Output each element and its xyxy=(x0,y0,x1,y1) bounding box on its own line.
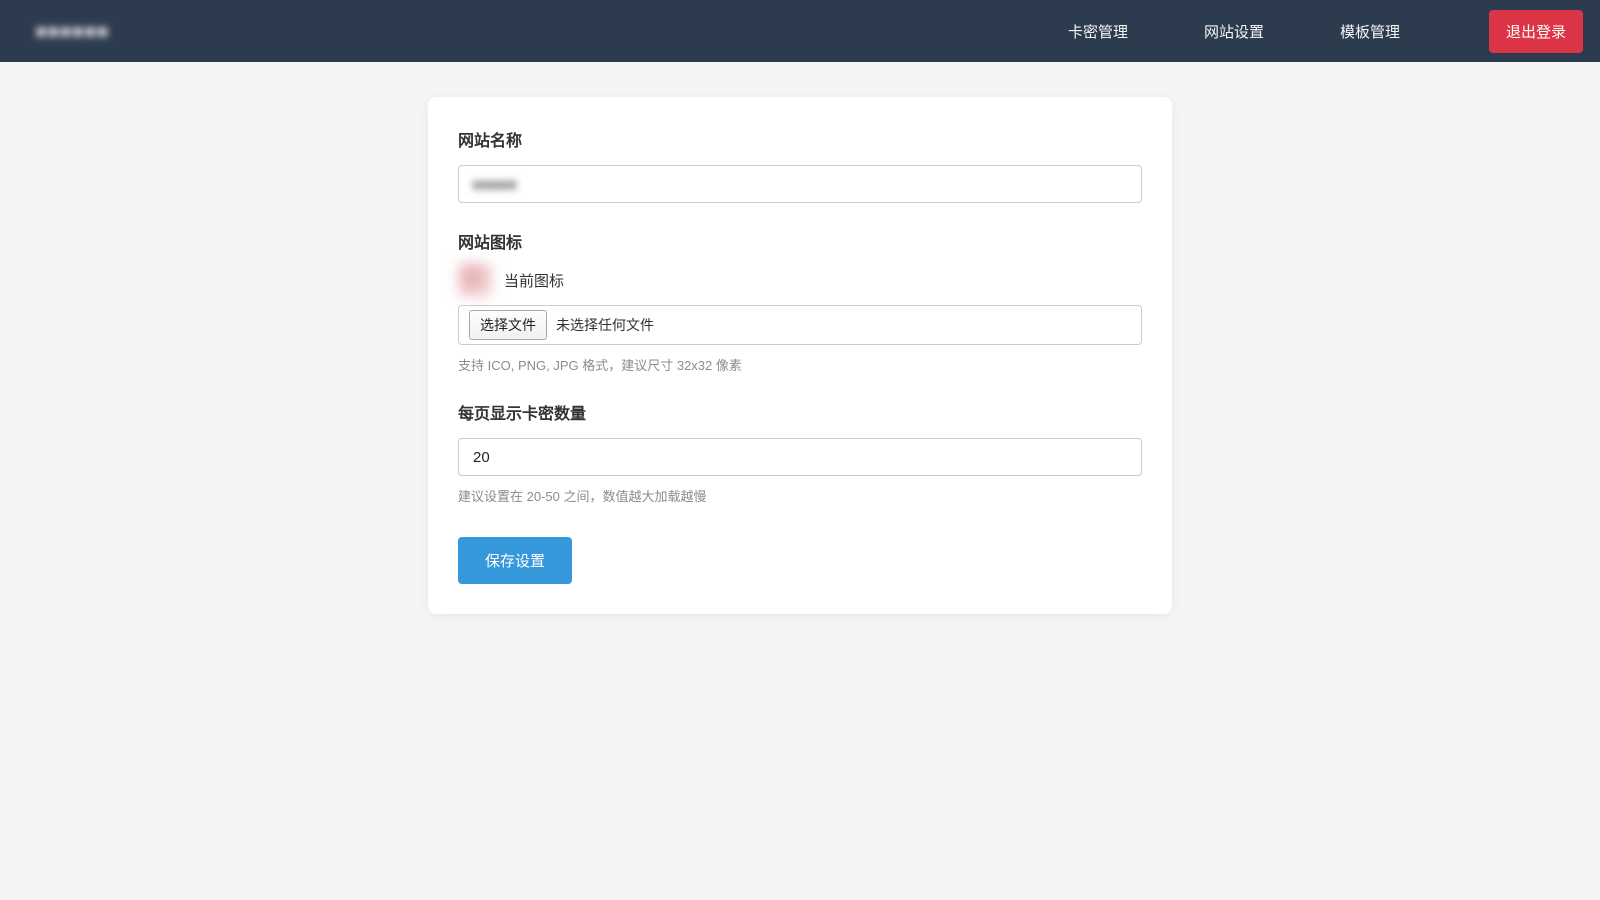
site-name-value-redacted: ■■■■■ xyxy=(473,177,517,192)
current-icon-caption: 当前图标 xyxy=(504,270,564,291)
top-navbar: ■■■■■■ 卡密管理 网站设置 模板管理 退出登录 xyxy=(0,0,1600,62)
logout-button[interactable]: 退出登录 xyxy=(1489,10,1583,53)
site-icon-label: 网站图标 xyxy=(458,229,1142,253)
per-page-hint: 建议设置在 20-50 之间，数值越大加载越慢 xyxy=(458,486,1142,505)
current-favicon-image xyxy=(458,263,492,297)
file-status-text: 未选择任何文件 xyxy=(556,315,654,335)
navbar-menu: 卡密管理 网站设置 模板管理 退出登录 xyxy=(1068,10,1583,53)
site-name-input[interactable]: ■■■■■ xyxy=(458,165,1142,203)
main-content: 网站名称 ■■■■■ 网站图标 当前图标 选择文件 未选择任何文件 支持 ICO… xyxy=(0,62,1600,614)
nav-item-site-settings[interactable]: 网站设置 xyxy=(1204,21,1264,42)
nav-item-card-management[interactable]: 卡密管理 xyxy=(1068,21,1128,42)
site-logo[interactable]: ■■■■■■ xyxy=(36,23,110,40)
per-page-group: 每页显示卡密数量 建议设置在 20-50 之间，数值越大加载越慢 xyxy=(458,400,1142,505)
per-page-label: 每页显示卡密数量 xyxy=(458,400,1142,424)
current-icon-row: 当前图标 xyxy=(458,263,1142,297)
site-name-group: 网站名称 ■■■■■ xyxy=(458,127,1142,203)
nav-item-template-management[interactable]: 模板管理 xyxy=(1340,21,1400,42)
site-icon-group: 网站图标 当前图标 选择文件 未选择任何文件 支持 ICO, PNG, JPG … xyxy=(458,229,1142,374)
settings-card: 网站名称 ■■■■■ 网站图标 当前图标 选择文件 未选择任何文件 支持 ICO… xyxy=(428,97,1172,614)
per-page-input[interactable] xyxy=(458,438,1142,476)
site-name-label: 网站名称 xyxy=(458,127,1142,151)
save-settings-button[interactable]: 保存设置 xyxy=(458,537,572,584)
favicon-file-input[interactable]: 选择文件 未选择任何文件 xyxy=(458,305,1142,345)
site-icon-hint: 支持 ICO, PNG, JPG 格式，建议尺寸 32x32 像素 xyxy=(458,355,1142,374)
choose-file-button[interactable]: 选择文件 xyxy=(469,310,547,340)
